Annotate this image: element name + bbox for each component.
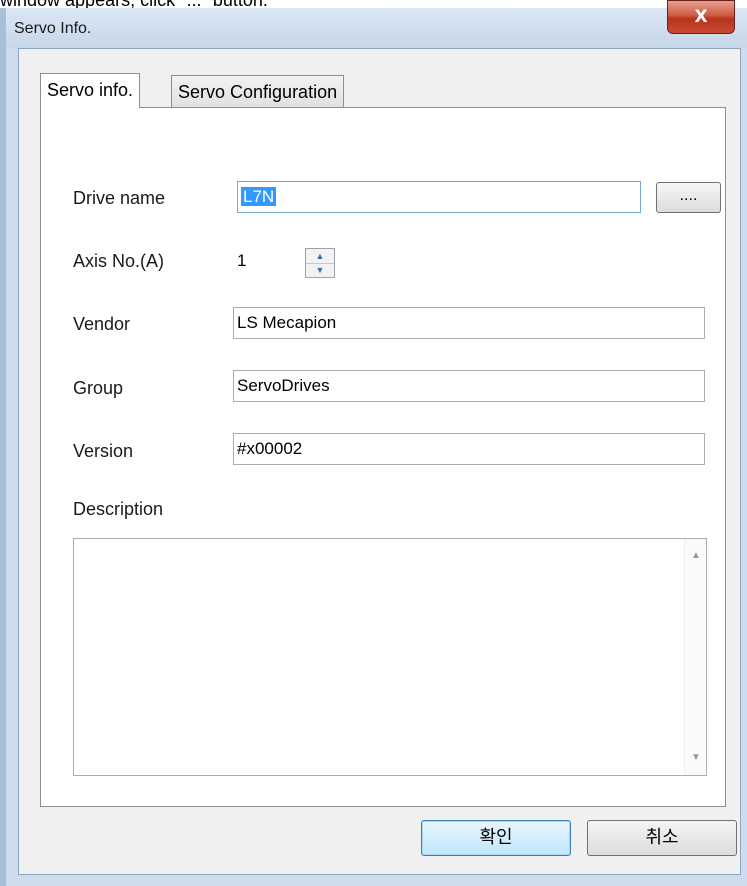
- dialog-client-area: Servo info. Servo Configuration Drive na…: [18, 48, 741, 875]
- cancel-button[interactable]: 취소: [587, 820, 737, 856]
- group-label: Group: [73, 378, 124, 398]
- close-icon: X: [694, 7, 708, 27]
- description-textarea[interactable]: ▲ ▼: [73, 538, 707, 776]
- axis-no-input[interactable]: 1: [237, 246, 297, 276]
- ok-button[interactable]: 확인: [421, 820, 571, 856]
- drive-name-field[interactable]: L7N: [237, 181, 641, 213]
- tab-servo-info[interactable]: Servo info.: [40, 73, 141, 108]
- version-field[interactable]: #x00002: [233, 433, 705, 465]
- version-label: Version: [73, 441, 134, 461]
- tab-panel-servo-info: Drive name L7N .... Axis No.(A) 1 ▲ ▼ Ve…: [40, 107, 726, 807]
- tab-servo-configuration[interactable]: Servo Configuration: [171, 75, 345, 107]
- description-label: Description: [73, 499, 164, 519]
- servo-info-dialog: Servo Info. X Servo info. Servo Configur…: [0, 0, 747, 886]
- browse-button[interactable]: ....: [656, 182, 721, 213]
- drive-name-value: L7N: [241, 187, 277, 206]
- title-bar[interactable]: Servo Info. X: [6, 0, 747, 48]
- scroll-down-icon[interactable]: ▼: [685, 747, 707, 769]
- axis-no-label: Axis No.(A): [73, 251, 165, 271]
- group-field[interactable]: ServoDrives: [233, 370, 705, 402]
- document-caption: window appears, click "..." button.: [0, 0, 747, 8]
- drive-name-label: Drive name: [73, 188, 166, 208]
- axis-no-stepper[interactable]: ▲ ▼: [305, 248, 335, 278]
- window-title: Servo Info.: [14, 20, 92, 37]
- vendor-label: Vendor: [73, 314, 131, 334]
- vendor-field[interactable]: LS Mecapion: [233, 307, 705, 339]
- close-button[interactable]: X: [667, 0, 735, 34]
- description-scrollbar[interactable]: ▲ ▼: [684, 539, 706, 775]
- spin-up-icon[interactable]: ▲: [306, 249, 334, 264]
- spin-down-icon[interactable]: ▼: [306, 263, 334, 277]
- scroll-up-icon[interactable]: ▲: [685, 545, 707, 567]
